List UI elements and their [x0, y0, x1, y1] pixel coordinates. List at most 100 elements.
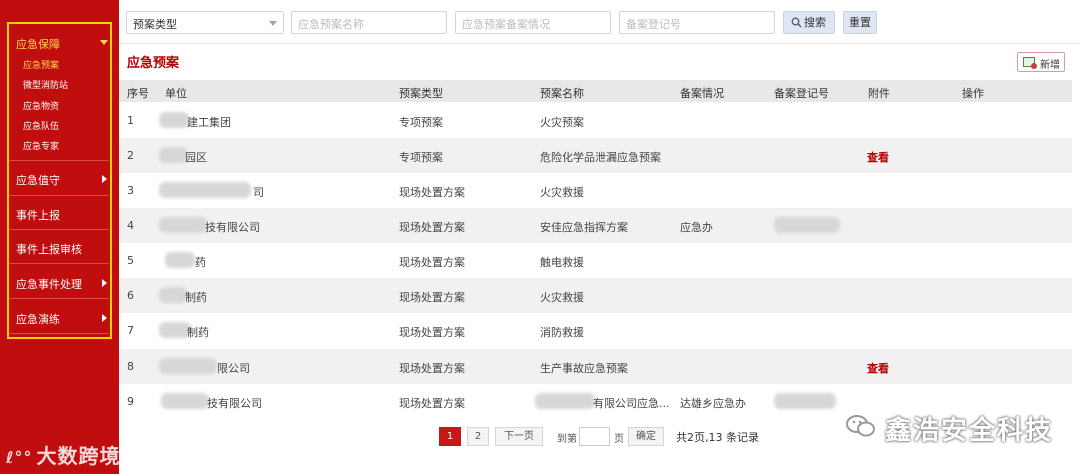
col-header: 附件	[868, 87, 890, 100]
table-row: 2 园区 专项预案 危险化学品泄漏应急预案 查看	[119, 138, 1072, 173]
watermark-right: 鑫浩安全科技	[885, 416, 1054, 446]
col-header: 序号	[127, 87, 149, 100]
add-icon	[1023, 57, 1037, 69]
table-row: 6 制药 现场处置方案 火灾救援	[119, 278, 1072, 313]
chevron-down-icon	[100, 40, 108, 45]
cell-name: 安佳应急指挥方案	[540, 221, 628, 234]
nav-incident-handling[interactable]: 应急事件处理	[16, 276, 82, 292]
cell-name: 危险化学品泄漏应急预案	[540, 151, 661, 164]
nav-sub-emergency-team[interactable]: 应急队伍	[23, 119, 59, 132]
nav-sub-emergency-supplies[interactable]: 应急物资	[23, 99, 59, 112]
table-row: 1 建工集团 专项预案 火灾预案	[119, 103, 1072, 138]
cell-unit: 技有限公司	[207, 397, 262, 410]
cell-type: 现场处置方案	[399, 221, 465, 234]
view-attachment-link[interactable]: 查看	[867, 360, 889, 376]
redacted-block	[159, 147, 187, 163]
watermark-left: ℓ°° 大数跨境	[6, 444, 121, 468]
cell-no: 3	[127, 184, 134, 197]
cell-no: 6	[127, 289, 134, 302]
cell-type: 专项预案	[399, 116, 443, 129]
cell-type: 现场处置方案	[399, 362, 465, 375]
goto-page-input[interactable]	[579, 427, 610, 446]
add-button-label: 新增	[1040, 60, 1060, 71]
nav-sub-emergency-expert[interactable]: 应急专家	[23, 139, 59, 152]
divider	[9, 160, 109, 161]
plan-name-input[interactable]: 应急预案名称	[291, 11, 447, 34]
cell-no: 4	[127, 219, 134, 232]
plan-type-select[interactable]: 预案类型	[126, 11, 284, 34]
caret-down-icon	[269, 21, 277, 26]
pagination-total: 共2页,13 条记录	[676, 431, 759, 444]
reg-number-input[interactable]: 备案登记号	[619, 11, 775, 34]
chevron-right-icon	[102, 279, 107, 287]
page-button-2[interactable]: 2	[467, 427, 489, 446]
nav-sub-mini-fire-station[interactable]: 微型消防站	[23, 78, 68, 91]
goto-confirm-button[interactable]: 确定	[628, 427, 664, 446]
cell-type: 现场处置方案	[399, 186, 465, 199]
cell-no: 8	[127, 360, 134, 373]
cell-unit: 药	[195, 256, 206, 269]
redacted-block	[159, 358, 217, 374]
nav-sub-emergency-plan[interactable]: 应急预案	[23, 58, 59, 71]
cell-name: 火灾救援	[540, 291, 584, 304]
col-header: 预案类型	[399, 87, 443, 100]
cell-name: 生产事故应急预案	[540, 362, 628, 375]
cell-filing: 达雄乡应急办	[680, 397, 746, 410]
cell-name: 火灾救援	[540, 186, 584, 199]
col-header: 操作	[962, 87, 984, 100]
table-row: 3 司 现场处置方案 火灾救援	[119, 173, 1072, 208]
nav-incident-review[interactable]: 事件上报审核	[16, 241, 82, 257]
cell-unit: 制药	[187, 326, 209, 339]
divider	[9, 195, 109, 196]
col-header: 备案情况	[680, 87, 724, 100]
nav-emergency-duty[interactable]: 应急值守	[16, 172, 60, 188]
col-header: 备案登记号	[774, 87, 829, 100]
nav-emergency-support[interactable]: 应急保障	[16, 36, 60, 52]
divider	[9, 229, 109, 230]
next-page-button[interactable]: 下一页	[495, 427, 543, 446]
view-attachment-link[interactable]: 查看	[867, 149, 889, 165]
cell-no: 9	[127, 395, 134, 408]
cell-name: 火灾预案	[540, 116, 584, 129]
table-row: 8 限公司 现场处置方案 生产事故应急预案 查看	[119, 349, 1072, 384]
cell-type: 现场处置方案	[399, 256, 465, 269]
reset-button[interactable]: 重置	[843, 11, 877, 34]
cell-unit: 建工集团	[187, 116, 231, 129]
goto-suffix: 页	[614, 434, 624, 445]
page-title: 应急预案	[127, 56, 180, 71]
page-button-1[interactable]: 1	[439, 427, 461, 446]
cell-type: 现场处置方案	[399, 397, 465, 410]
search-button-label: 搜索	[804, 16, 826, 29]
plan-filing-input[interactable]: 应急预案备案情况	[455, 11, 611, 34]
redacted-block	[159, 287, 187, 303]
cell-unit: 制药	[185, 291, 207, 304]
divider	[9, 333, 109, 334]
redacted-block	[159, 182, 251, 198]
redacted-block	[535, 393, 595, 409]
cell-name: 消防救援	[540, 326, 584, 339]
cell-name: 有限公司应急...	[593, 397, 670, 410]
cell-unit: 技有限公司	[205, 221, 260, 234]
chevron-right-icon	[102, 314, 107, 322]
cell-type: 现场处置方案	[399, 326, 465, 339]
col-header: 单位	[165, 87, 187, 100]
search-button[interactable]: 搜索	[783, 11, 835, 34]
cell-unit: 司	[253, 186, 264, 199]
nav-emergency-drill[interactable]: 应急演练	[16, 311, 60, 327]
watermark-left-text: 大数跨境	[36, 444, 121, 468]
table-row: 4 技有限公司 现场处置方案 安佳应急指挥方案 应急办	[119, 208, 1072, 243]
redacted-block	[159, 217, 207, 233]
cell-no: 1	[127, 114, 134, 127]
cell-name: 触电救援	[540, 256, 584, 269]
redacted-block	[165, 252, 195, 268]
cell-type: 专项预案	[399, 151, 443, 164]
add-button[interactable]: 新增	[1017, 52, 1065, 72]
redacted-block	[774, 217, 840, 233]
cell-type: 现场处置方案	[399, 291, 465, 304]
divider	[9, 298, 109, 299]
cell-filing: 应急办	[680, 221, 713, 234]
redacted-block	[774, 393, 836, 409]
sidebar: 应急保障 应急预案 微型消防站 应急物资 应急队伍 应急专家 应急值守 事件上报…	[0, 0, 119, 474]
nav-incident-report[interactable]: 事件上报	[16, 207, 60, 223]
redacted-block	[159, 112, 189, 128]
